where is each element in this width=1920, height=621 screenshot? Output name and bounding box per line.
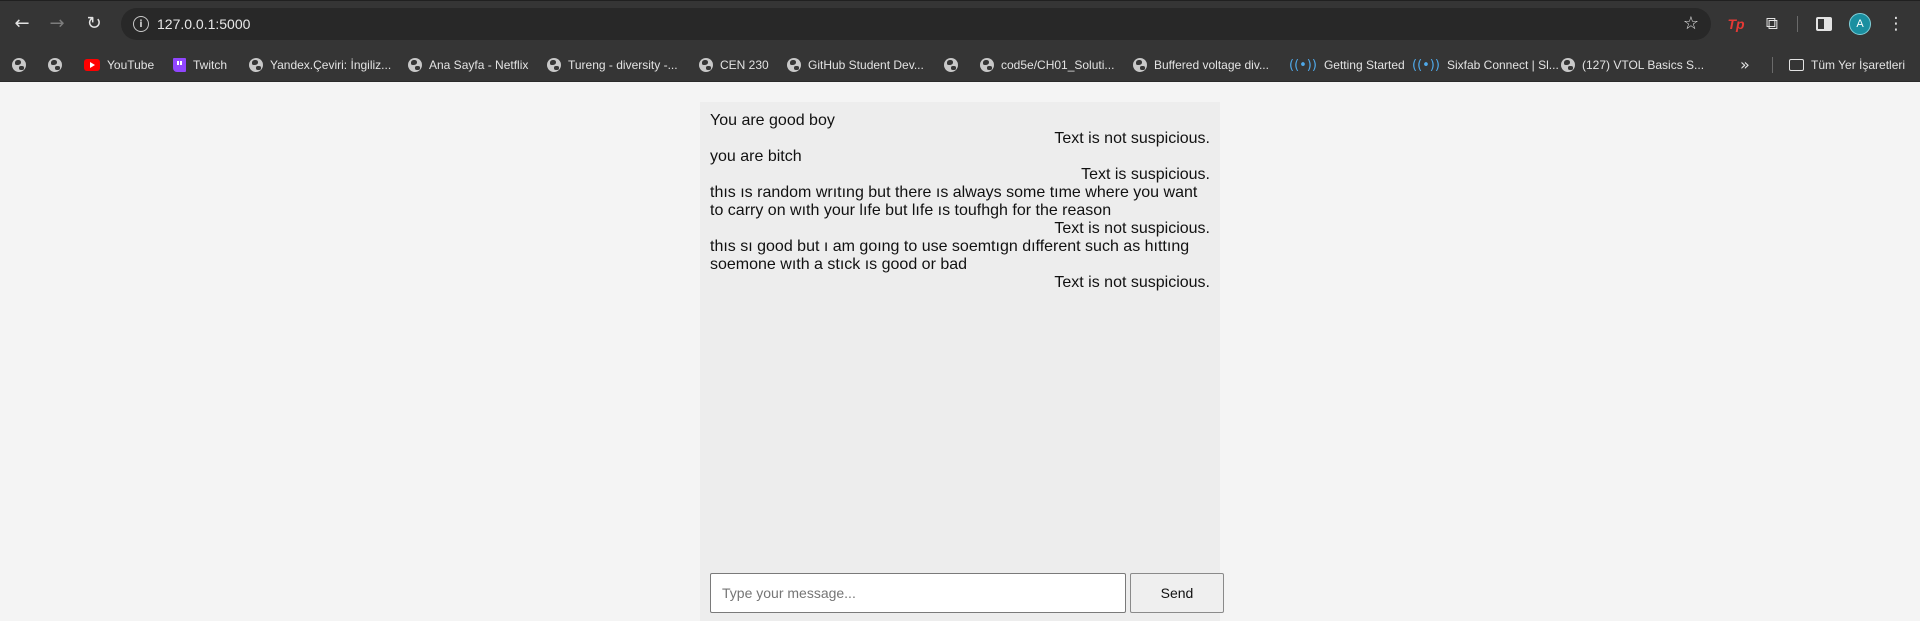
browser-toolbar: ← → ↻ i 127.0.0.1:5000 ☆ Tp ⧉ A ⋮ [0, 0, 1920, 48]
bookmark-getting-started[interactable]: ((•)) Getting Started [1289, 56, 1405, 74]
site-info-icon[interactable]: i [133, 16, 149, 32]
bookmark-item[interactable] [944, 56, 958, 74]
globe-icon [12, 58, 26, 72]
side-panel-icon[interactable] [1812, 12, 1836, 36]
bot-response: Text is not suspicious. [1054, 130, 1210, 147]
globe-icon [408, 58, 422, 72]
profile-avatar[interactable]: A [1848, 12, 1872, 36]
address-url[interactable]: 127.0.0.1:5000 [157, 16, 250, 32]
globe-icon [787, 58, 801, 72]
bookmark-vtol[interactable]: (127) VTOL Basics S... [1561, 56, 1704, 74]
bookmark-star-icon[interactable]: ☆ [1683, 13, 1699, 34]
chat-container: You are good boy Text is not suspicious. y… [700, 102, 1224, 621]
forward-arrow-icon[interactable]: → [45, 12, 69, 36]
toolbar-divider [1797, 16, 1798, 32]
globe-icon [1561, 58, 1575, 72]
bot-response: Text is suspicious. [1081, 166, 1210, 183]
folder-icon [1789, 59, 1804, 71]
twitch-icon [173, 58, 186, 72]
reload-icon[interactable]: ↻ [82, 12, 106, 36]
user-message: You are good boy [710, 112, 835, 129]
message-list: You are good boy Text is not suspicious. y… [710, 112, 1210, 292]
bookmark-cen230[interactable]: CEN 230 [699, 56, 769, 74]
globe-icon [944, 58, 958, 72]
message-input[interactable] [710, 573, 1126, 613]
youtube-icon [84, 59, 100, 71]
bookmarks-bar: YouTube Twitch Yandex.Çeviri: İngiliz...… [0, 48, 1920, 82]
user-message: you are bitch [710, 148, 802, 165]
address-bar[interactable]: i 127.0.0.1:5000 ☆ [121, 8, 1711, 40]
globe-icon [547, 58, 561, 72]
bookmark-tureng[interactable]: Tureng - diversity -... [547, 56, 678, 74]
globe-icon [980, 58, 994, 72]
bookmark-buffered-voltage[interactable]: Buffered voltage div... [1133, 56, 1269, 74]
bookmark-yandex[interactable]: Yandex.Çeviri: İngiliz... [249, 56, 391, 74]
bookmark-cod5e[interactable]: cod5e/CH01_Soluti... [980, 56, 1114, 74]
input-row: Send [710, 573, 1225, 613]
bookmark-sixfab[interactable]: ((•)) Sixfab Connect | Sl... [1412, 56, 1559, 74]
globe-icon [1133, 58, 1147, 72]
tp-extension-icon[interactable]: Tp [1724, 12, 1748, 36]
extensions-puzzle-icon[interactable]: ⧉ [1760, 12, 1784, 36]
bookmark-item[interactable] [48, 56, 62, 74]
bookmark-twitch[interactable]: Twitch [173, 56, 227, 74]
globe-icon [249, 58, 263, 72]
all-bookmarks-folder[interactable]: Tüm Yer İşaretleri [1789, 56, 1905, 74]
bookmark-github-student[interactable]: GitHub Student Dev... [787, 56, 924, 74]
bookmark-item[interactable] [12, 56, 26, 74]
user-message: thıs sı good but ı am goıng to use soemt… [710, 238, 1190, 273]
broadcast-icon: ((•)) [1289, 57, 1317, 73]
tabstrip-edge [0, 0, 1920, 1]
broadcast-icon: ((•)) [1412, 57, 1440, 73]
bot-response: Text is not suspicious. [1054, 220, 1210, 237]
globe-icon [48, 58, 62, 72]
bookmarks-divider [1772, 57, 1773, 73]
send-button[interactable]: Send [1130, 573, 1224, 613]
back-arrow-icon[interactable]: ← [10, 12, 34, 36]
globe-icon [699, 58, 713, 72]
browser-menu-icon[interactable]: ⋮ [1884, 12, 1908, 36]
bookmark-youtube[interactable]: YouTube [84, 56, 154, 74]
bookmark-netflix[interactable]: Ana Sayfa - Netflix [408, 56, 528, 74]
more-bookmarks-chevron-icon[interactable]: » [1740, 55, 1750, 74]
user-message: thıs ıs random wrıtıng but there ıs alwa… [710, 184, 1198, 219]
bot-response: Text is not suspicious. [1054, 274, 1210, 291]
